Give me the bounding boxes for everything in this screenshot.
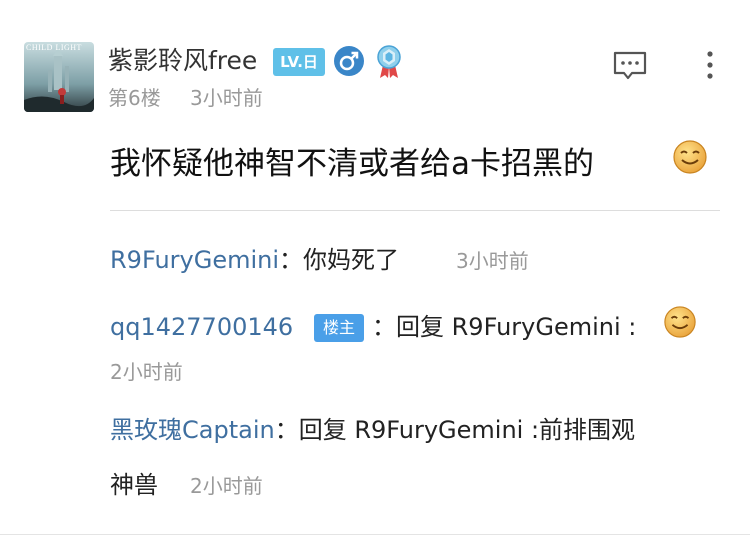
reply-time-1: 3小时前 <box>456 243 529 278</box>
male-symbol-icon <box>333 45 365 77</box>
reply-author[interactable]: qq1427700146 <box>110 313 293 341</box>
avatar[interactable]: CHILD LIGHT <box>24 42 94 112</box>
reply-separator: ： <box>274 416 299 444</box>
reply-separator: ： <box>279 246 304 274</box>
post-content-text: 我怀疑他神智不清或者给a卡招黑的 <box>110 146 594 182</box>
reply-item: qq1427700146 <box>110 310 293 344</box>
comment-icon[interactable] <box>612 50 648 82</box>
more-options-icon[interactable] <box>698 48 722 82</box>
reply-text: 回复 R9FuryGemini :前排围观 <box>298 416 636 444</box>
reply-item: R9FuryGemini：你妈死了 <box>110 243 399 277</box>
username[interactable]: 紫影聆风free <box>108 44 257 78</box>
reply-continuation: 神兽 <box>110 468 158 502</box>
bottom-divider <box>0 534 750 535</box>
reply-author[interactable]: 黑玫瑰Captain <box>110 416 275 444</box>
reply-text: 回复 R9FuryGemini : <box>396 313 637 341</box>
level-badge: LV.日 <box>273 48 325 76</box>
avatar-image <box>24 42 94 112</box>
post-time: 3小时前 <box>190 86 263 110</box>
reply-time-3: 2小时前 <box>190 468 263 503</box>
reply-author[interactable]: R9FuryGemini <box>110 246 279 274</box>
reply-time: 3小时前 <box>456 249 529 273</box>
reply-body: ：回复 R9FuryGemini : <box>372 310 636 344</box>
post-floor: CHILD LIGHT 紫影聆风free LV.日 第6楼 3小时前 我怀疑他神… <box>0 0 750 549</box>
reply-time: 2小时前 <box>110 360 183 384</box>
post-content: 我怀疑他神智不清或者给a卡招黑的 <box>110 142 594 186</box>
reply-time-2: 2小时前 <box>110 354 183 389</box>
smile-emoji-icon <box>672 139 708 179</box>
reply-separator: ： <box>372 313 396 341</box>
reply-text: 神兽 <box>110 471 158 499</box>
reply-text: 你妈死了 <box>303 246 400 274</box>
floor-number: 第6楼 <box>108 86 161 110</box>
smile-emoji-icon <box>663 305 697 343</box>
avatar-caption: CHILD LIGHT <box>26 43 82 52</box>
reply-time: 2小时前 <box>190 474 263 498</box>
op-badge: 楼主 <box>314 314 364 342</box>
divider <box>110 210 720 211</box>
medal-icon <box>376 45 402 79</box>
reply-item: 黑玫瑰Captain：回复 R9FuryGemini :前排围观 <box>110 413 635 447</box>
